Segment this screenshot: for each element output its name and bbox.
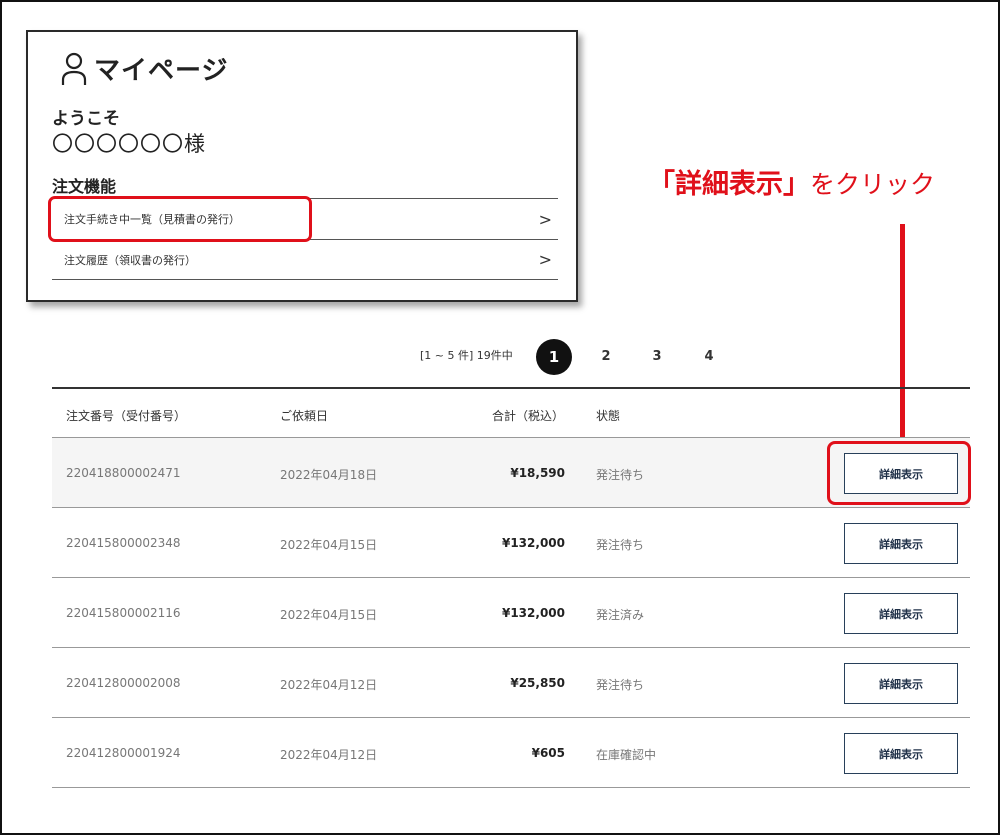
menu-item-label: 注文履歴（領収書の発行） (64, 253, 196, 267)
order-status: 発注待ち (596, 468, 645, 482)
table-row: 220412800001924 2022年04月12日 ¥605 在庫確認中 詳… (52, 718, 970, 788)
order-date: 2022年04月12日 (280, 678, 378, 692)
table-row: 220412800002008 2022年04月12日 ¥25,850 発注待ち… (52, 648, 970, 718)
pagination-summary: [1 ~ 5 件] 19件中 (420, 349, 513, 362)
mypage-title: マイページ (94, 56, 229, 86)
mypage-header: マイページ (60, 50, 228, 87)
order-number: 220412800002008 (66, 676, 181, 690)
callout-rest-text: をクリック (810, 170, 936, 199)
order-date: 2022年04月18日 (280, 468, 378, 482)
header-order-no: 注文番号（受付番号） (66, 409, 187, 423)
order-total: ¥25,850 (510, 676, 565, 690)
order-status: 発注済み (596, 608, 645, 622)
detail-button[interactable]: 詳細表示 (844, 663, 958, 704)
order-total: ¥132,000 (501, 606, 565, 620)
pagination: [1 ~ 5 件] 19件中 1 2 3 4 (420, 335, 740, 375)
table-row: 220415800002348 2022年04月15日 ¥132,000 発注待… (52, 508, 970, 578)
table-row: 220415800002116 2022年04月15日 ¥132,000 発注済… (52, 578, 970, 648)
order-total: ¥132,000 (501, 536, 565, 550)
order-status: 発注待ち (596, 678, 645, 692)
order-status: 在庫確認中 (596, 748, 657, 762)
order-number: 220412800001924 (66, 746, 181, 760)
instruction-callout: 「詳細表示」をクリック (648, 162, 988, 201)
username-text: 〇〇〇〇〇〇様 (52, 132, 206, 156)
detail-button-highlight (827, 441, 971, 505)
order-functions-heading: 注文機能 (52, 177, 117, 196)
table-header: 注文番号（受付番号） ご依頼日 合計（税込） 状態 (52, 387, 970, 438)
header-total: 合計（税込） (492, 409, 565, 423)
welcome-text: ようこそ (52, 109, 120, 129)
order-number: 220418800002471 (66, 466, 181, 480)
page-1-button[interactable]: 1 (536, 339, 572, 375)
order-status: 発注待ち (596, 538, 645, 552)
detail-button[interactable]: 詳細表示 (844, 733, 958, 774)
order-total: ¥18,590 (510, 466, 565, 480)
order-number: 220415800002348 (66, 536, 181, 550)
menu-item-order-history[interactable]: 注文履歴（領収書の発行） > (52, 239, 558, 280)
callout-strong-text: 「詳細表示」 (648, 169, 810, 200)
order-date: 2022年04月15日 (280, 608, 378, 622)
order-date: 2022年04月15日 (280, 538, 378, 552)
page-4-button[interactable]: 4 (691, 339, 727, 375)
mypage-panel: マイページ ようこそ 〇〇〇〇〇〇様 注文機能 注文手続き中一覧（見積書の発行）… (26, 30, 578, 302)
header-date: ご依頼日 (280, 409, 329, 423)
pending-orders-highlight (48, 196, 312, 242)
page-2-button[interactable]: 2 (588, 339, 624, 375)
chevron-right-icon: > (538, 209, 552, 229)
order-number: 220415800002116 (66, 606, 181, 620)
user-icon (61, 52, 87, 85)
page-3-button[interactable]: 3 (639, 339, 675, 375)
header-status: 状態 (596, 409, 621, 423)
order-total: ¥605 (531, 746, 565, 760)
detail-button[interactable]: 詳細表示 (844, 523, 958, 564)
order-date: 2022年04月12日 (280, 748, 378, 762)
detail-button[interactable]: 詳細表示 (844, 593, 958, 634)
chevron-right-icon: > (538, 250, 552, 269)
